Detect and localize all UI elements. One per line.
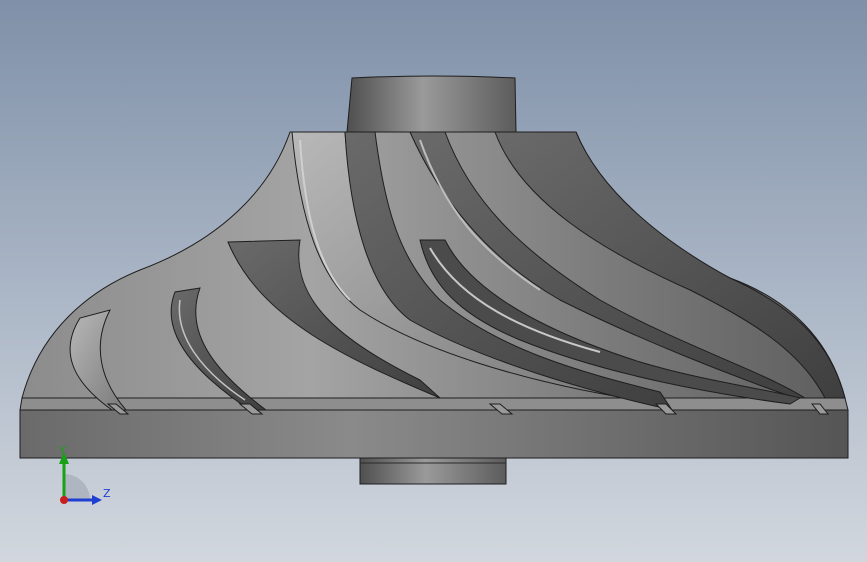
hub-shaft bbox=[346, 75, 517, 133]
orientation-triad: Y Z bbox=[58, 444, 111, 505]
impeller-model[interactable] bbox=[0, 0, 867, 562]
bottom-spigot bbox=[359, 457, 507, 485]
base-flange bbox=[19, 409, 849, 459]
graphics-viewport[interactable]: Y Z bbox=[0, 0, 867, 562]
z-axis-label: Z bbox=[103, 487, 111, 500]
y-axis-label: Y bbox=[58, 444, 66, 457]
triad-shading bbox=[64, 474, 90, 500]
x-axis-dot bbox=[60, 496, 68, 504]
disk-top bbox=[19, 397, 849, 411]
z-axis-arrow bbox=[92, 495, 102, 505]
